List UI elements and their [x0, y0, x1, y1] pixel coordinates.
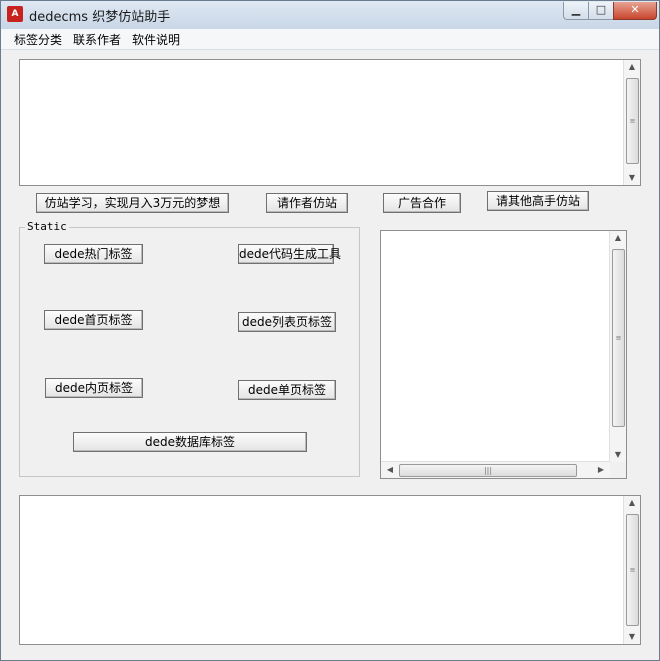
top-textbox[interactable]: ▲ ≡ ▼	[19, 59, 641, 186]
hire-author-button[interactable]: 请作者仿站	[266, 193, 348, 213]
dede-homepage-tags-button[interactable]: dede首页标签	[44, 310, 143, 330]
grip-icon: ≡	[615, 334, 622, 342]
list-vertical-scrollbar[interactable]: ▲ ≡ ▼	[609, 231, 626, 462]
scroll-left-arrow-icon[interactable]: ◀	[383, 462, 397, 478]
grip-icon: ≡	[629, 566, 636, 574]
scrollbar-corner	[610, 462, 626, 478]
learn-cloning-button[interactable]: 仿站学习，实现月入3万元的梦想	[36, 193, 229, 213]
list-horizontal-scrollbar[interactable]: ◀ ||| ▶	[381, 461, 610, 478]
dede-list-page-tags-button[interactable]: dede列表页标签	[238, 312, 336, 332]
scroll-thumb[interactable]: ≡	[626, 78, 639, 164]
ad-cooperation-button[interactable]: 广告合作	[383, 193, 461, 213]
group-label: Static	[25, 220, 69, 233]
minimize-button[interactable]: ▁	[563, 2, 589, 20]
menu-bar: 标签分类 联系作者 软件说明	[1, 29, 659, 50]
horizontal-scroll-thumb[interactable]: |||	[399, 464, 577, 477]
scroll-up-arrow-icon[interactable]: ▲	[624, 496, 640, 510]
menu-software-help[interactable]: 软件说明	[132, 31, 180, 48]
grip-icon: ≡	[629, 117, 636, 125]
dede-single-page-tags-button[interactable]: dede单页标签	[238, 380, 336, 400]
maximize-button[interactable]: □	[588, 2, 614, 20]
close-button[interactable]: ✕	[613, 2, 657, 20]
scroll-down-arrow-icon[interactable]: ▼	[610, 448, 626, 462]
scroll-up-arrow-icon[interactable]: ▲	[624, 60, 640, 74]
scroll-thumb[interactable]: ≡	[626, 514, 639, 626]
dede-inner-page-tags-button[interactable]: dede内页标签	[45, 378, 143, 398]
menu-contact-author[interactable]: 联系作者	[73, 31, 121, 48]
window-title: dedecms 织梦仿站助手	[29, 10, 171, 25]
dede-code-generator-button[interactable]: dede代码生成工具	[238, 244, 341, 264]
title-bar[interactable]: A dedecms 织梦仿站助手 ▁ □ ✕	[1, 1, 659, 29]
hire-other-experts-button[interactable]: 请其他高手仿站	[487, 191, 589, 211]
menu-tag-categories[interactable]: 标签分类	[14, 31, 62, 48]
dede-hot-tags-button[interactable]: dede热门标签	[44, 244, 143, 264]
main-window: A dedecms 织梦仿站助手 ▁ □ ✕ 标签分类 联系作者 软件说明 ▲ …	[0, 0, 660, 661]
scroll-thumb[interactable]: ≡	[612, 249, 625, 427]
dede-database-tags-button[interactable]: dede数据库标签	[73, 432, 307, 452]
scroll-down-arrow-icon[interactable]: ▼	[624, 171, 640, 185]
app-logo-icon: A	[7, 6, 23, 22]
bottom-textbox-scrollbar[interactable]: ▲ ≡ ▼	[623, 496, 640, 644]
scroll-down-arrow-icon[interactable]: ▼	[624, 630, 640, 644]
right-list-box[interactable]: ▲ ≡ ▼ ◀ ||| ▶	[380, 230, 627, 479]
scroll-right-arrow-icon[interactable]: ▶	[594, 462, 608, 478]
scroll-up-arrow-icon[interactable]: ▲	[610, 231, 626, 245]
bottom-textbox[interactable]: ▲ ≡ ▼	[19, 495, 641, 645]
top-textbox-scrollbar[interactable]: ▲ ≡ ▼	[623, 60, 640, 185]
